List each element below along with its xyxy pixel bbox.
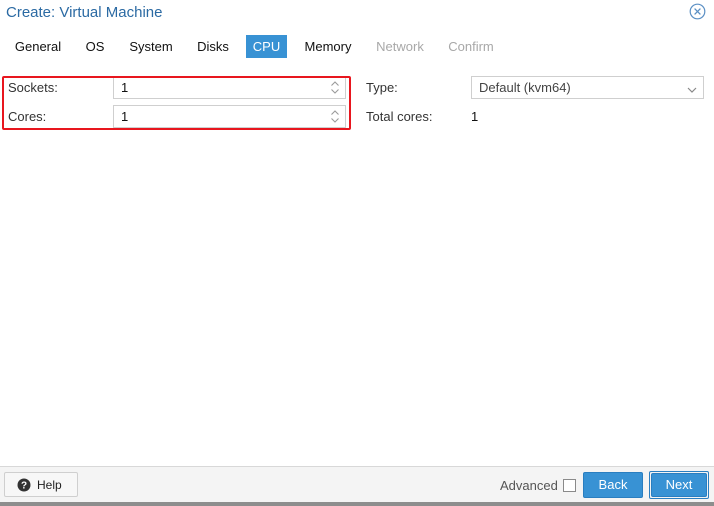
back-button[interactable]: Back	[583, 472, 643, 498]
cpu-type-select[interactable]: Default (kvm64)	[471, 76, 704, 99]
dialog-footer: ? Help Advanced Back Next	[0, 466, 714, 506]
window-titlebar: Create: Virtual Machine	[0, 0, 714, 28]
tab-confirm: Confirm	[448, 39, 494, 54]
cores-value: 1	[121, 109, 129, 124]
tab-system[interactable]: System	[123, 35, 179, 58]
tab-network: Network	[376, 39, 424, 54]
chevron-down-icon[interactable]	[687, 83, 697, 93]
advanced-label: Advanced	[500, 478, 558, 493]
window-title: Create: Virtual Machine	[6, 4, 163, 21]
sockets-stepper[interactable]: 1	[113, 76, 346, 99]
help-button[interactable]: ? Help	[4, 472, 78, 497]
close-icon[interactable]	[689, 3, 706, 20]
tab-memory[interactable]: Memory	[299, 35, 357, 58]
tab-general[interactable]: General	[8, 35, 68, 58]
tab-os[interactable]: OS	[80, 35, 110, 58]
advanced-checkbox[interactable]	[563, 479, 576, 492]
sockets-value: 1	[121, 80, 129, 95]
type-label: Type:	[366, 80, 398, 95]
svg-text:?: ?	[21, 481, 27, 492]
total-cores-value: 1	[471, 109, 479, 124]
cpu-type-value: Default (kvm64)	[479, 80, 571, 95]
tab-cpu[interactable]: CPU	[246, 35, 287, 58]
window-bottom-edge	[0, 502, 714, 506]
next-button[interactable]: Next	[651, 473, 707, 497]
sockets-label: Sockets:	[8, 80, 58, 95]
help-label: Help	[37, 478, 62, 492]
total-cores-label: Total cores:	[366, 109, 433, 124]
question-circle-icon: ?	[17, 478, 31, 492]
cores-stepper[interactable]: 1	[113, 105, 346, 128]
cores-label: Cores:	[8, 109, 47, 124]
spinner-up-down-icon[interactable]	[330, 108, 340, 125]
tab-disks[interactable]: Disks	[192, 35, 234, 58]
wizard-tabs: General OS System Disks CPU Memory Netwo…	[0, 35, 714, 59]
spinner-up-down-icon[interactable]	[330, 79, 340, 96]
